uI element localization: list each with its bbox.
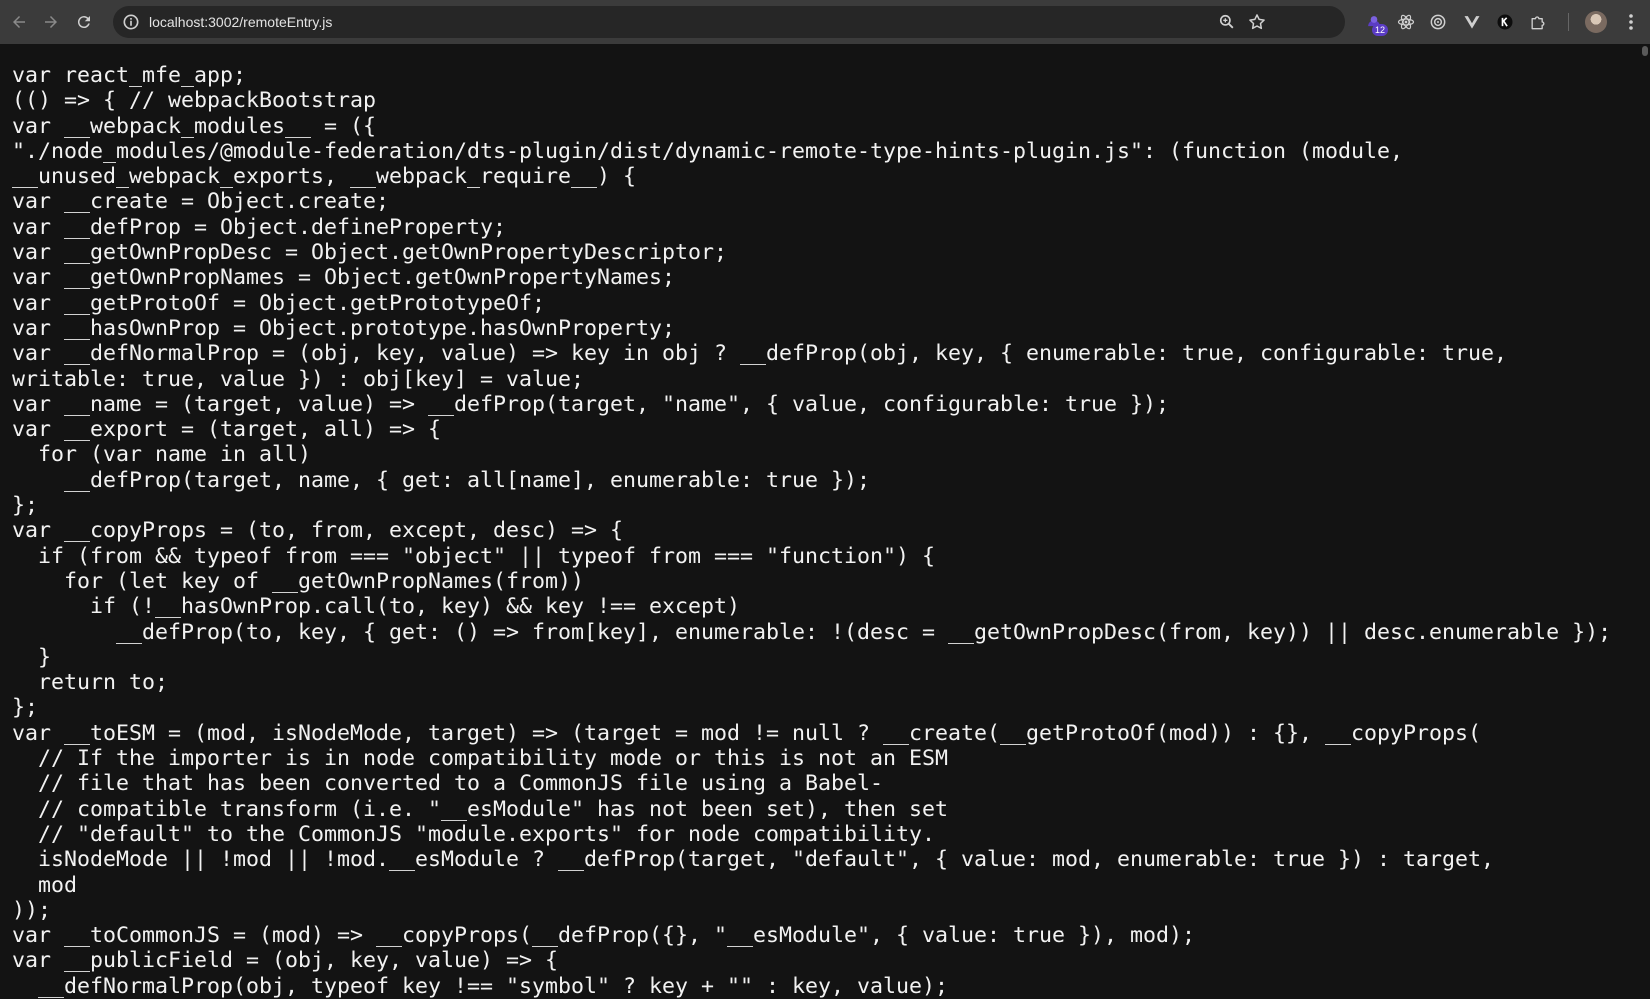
code-line: var __copyProps = (to, from, except, des… bbox=[12, 518, 624, 544]
code-line: // "default" to the CommonJS "module.exp… bbox=[12, 821, 936, 847]
code-line: if (!__hasOwnProp.call(to, key) && key !… bbox=[12, 594, 741, 620]
code-line: writable: true, value }) : obj[key] = va… bbox=[12, 366, 585, 392]
code-line: var __create = Object.create; bbox=[12, 189, 390, 215]
code-line: // file that has been converted to a Com… bbox=[12, 771, 884, 797]
code-line: var __webpack_modules__ = ({ bbox=[12, 113, 377, 139]
code-line: var __defNormalProp = (obj, key, value) … bbox=[12, 341, 1508, 367]
code-line: (() => { // webpackBootstrap bbox=[12, 88, 377, 114]
puzzle-icon bbox=[1531, 16, 1545, 30]
code-line: __unused_webpack_exports, __webpack_requ… bbox=[12, 164, 637, 190]
url-text[interactable]: localhost:3002/remoteEntry.js bbox=[149, 6, 332, 38]
code-line: var react_mfe_app; bbox=[12, 63, 247, 88]
back-arrow-icon bbox=[13, 16, 25, 28]
zoom-icon[interactable] bbox=[1217, 12, 1237, 32]
target-extension-button[interactable] bbox=[1428, 12, 1448, 32]
code-line: var __getOwnPropDesc = Object.getOwnProp… bbox=[12, 240, 728, 266]
code-line: __defNormalProp(obj, typeof key !== "sym… bbox=[12, 973, 949, 999]
code-line: var __publicField = (obj, key, value) =>… bbox=[12, 948, 559, 974]
code-line: for (var name in all) bbox=[12, 442, 312, 468]
k-extension-button[interactable] bbox=[1495, 12, 1515, 32]
vue-devtools-button[interactable] bbox=[1462, 12, 1482, 32]
vue-icon bbox=[1464, 16, 1480, 29]
code-line: var __export = (target, all) => { bbox=[12, 417, 442, 443]
browser-toolbar: localhost:3002/remoteEntry.js 12 bbox=[0, 0, 1650, 44]
code-line: )); bbox=[12, 897, 52, 923]
code-line: if (from && typeof from === "object" || … bbox=[12, 543, 936, 569]
reload-icon bbox=[77, 16, 90, 29]
code-line: var __defProp = Object.defineProperty; bbox=[12, 214, 507, 240]
address-bar[interactable]: localhost:3002/remoteEntry.js bbox=[113, 6, 1345, 38]
code-line: }; bbox=[12, 695, 39, 721]
code-line: // compatible transform (i.e. "__esModul… bbox=[12, 796, 949, 822]
code-line: __defProp(target, name, { get: all[name]… bbox=[12, 467, 871, 493]
k-icon bbox=[1497, 14, 1513, 30]
star-icon[interactable] bbox=[1247, 12, 1267, 32]
code-line: } bbox=[12, 644, 52, 670]
code-line: __defProp(to, key, { get: () => from[key… bbox=[12, 619, 1612, 645]
react-icon bbox=[1397, 14, 1415, 30]
code-line: isNodeMode || !mod || !mod.__esModule ? … bbox=[12, 847, 1495, 873]
code-line: var __toESM = (mod, isNodeMode, target) … bbox=[12, 720, 1482, 746]
back-button[interactable] bbox=[7, 10, 31, 34]
code-line: // If the importer is in node compatibil… bbox=[12, 746, 949, 772]
toolbar-separator bbox=[1568, 13, 1569, 31]
reload-button[interactable] bbox=[72, 10, 96, 34]
code-line: for (let key of __getOwnPropNames(from)) bbox=[12, 568, 585, 594]
kebab-menu-icon[interactable] bbox=[1621, 11, 1641, 33]
code-line: var __getOwnPropNames = Object.getOwnPro… bbox=[12, 265, 676, 291]
code-line: mod bbox=[12, 872, 78, 898]
code-line: return to; bbox=[12, 670, 169, 696]
code-line: var __toCommonJS = (mod) => __copyProps(… bbox=[12, 923, 1196, 949]
code-line: var __name = (target, value) => __defPro… bbox=[12, 391, 1170, 417]
code-line: }; bbox=[12, 493, 39, 519]
react-devtools-button[interactable] bbox=[1396, 12, 1416, 32]
forward-button[interactable] bbox=[39, 10, 63, 34]
scrollbar-thumb[interactable] bbox=[1642, 46, 1648, 56]
extension-badge: 12 bbox=[1372, 24, 1388, 36]
code-line: var __hasOwnProp = Object.prototype.hasO… bbox=[12, 315, 676, 341]
info-icon[interactable] bbox=[121, 12, 141, 32]
target-icon bbox=[1430, 14, 1446, 30]
extensions-menu-button[interactable] bbox=[1528, 12, 1548, 32]
code-line: "./node_modules/@module-federation/dts-p… bbox=[12, 138, 1404, 164]
code-line: var __getProtoOf = Object.getPrototypeOf… bbox=[12, 290, 546, 316]
source-code-view: var react_mfe_app;(() => { // webpackBoo… bbox=[12, 63, 1611, 999]
vertical-scrollbar[interactable] bbox=[1640, 44, 1650, 998]
forward-arrow-icon bbox=[45, 16, 57, 28]
avatar[interactable] bbox=[1585, 11, 1607, 33]
